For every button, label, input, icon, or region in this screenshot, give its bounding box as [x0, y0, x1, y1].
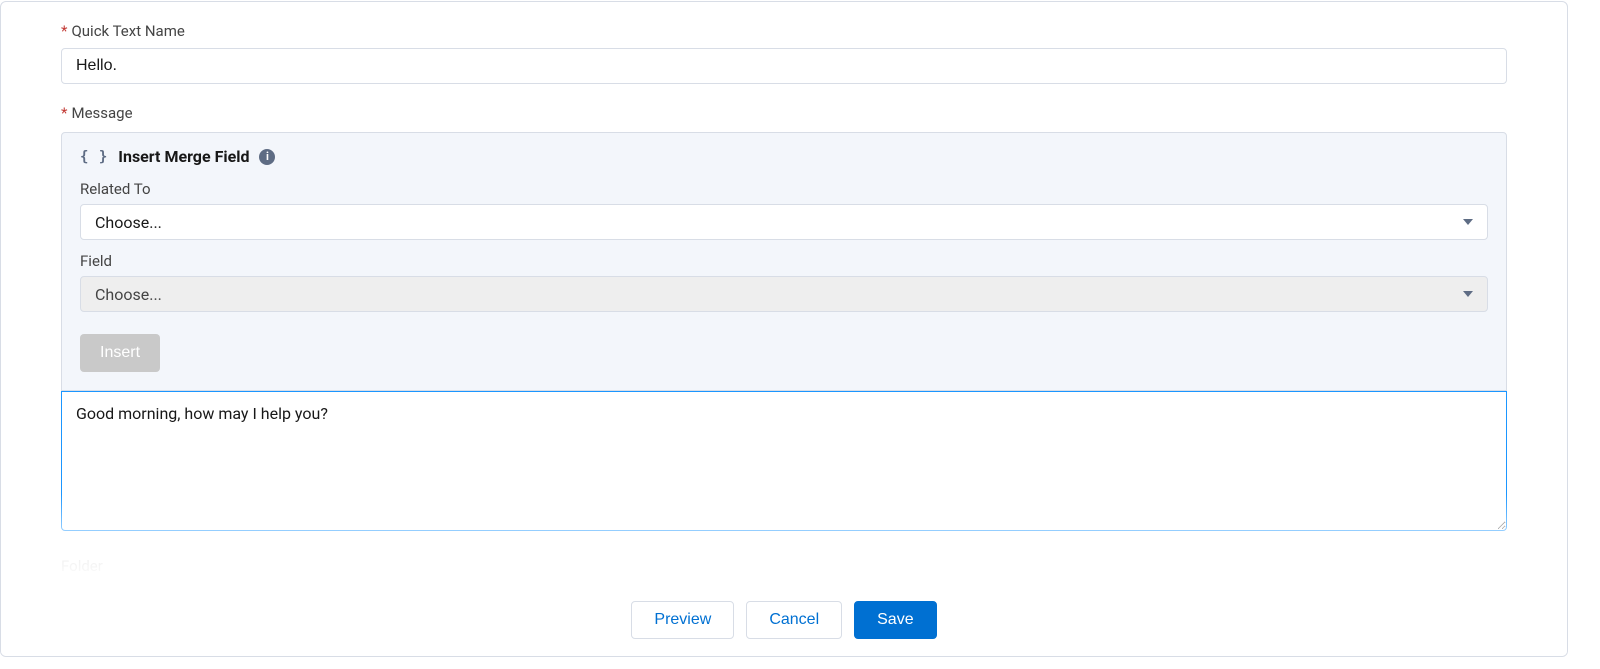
cancel-button[interactable]: Cancel	[746, 601, 842, 639]
field-label: Field	[80, 252, 1488, 270]
related-to-value: Choose...	[95, 213, 162, 232]
quick-text-name-input[interactable]	[61, 48, 1507, 84]
field-value: Choose...	[95, 285, 162, 304]
required-star-icon: *	[61, 104, 67, 122]
quick-text-name-field: * Quick Text Name	[61, 22, 1507, 84]
message-field: * Message { } Insert Merge Field i Relat…	[61, 104, 1507, 535]
chevron-down-icon	[1463, 291, 1473, 297]
required-star-icon: *	[61, 22, 67, 40]
field-combobox: Choose...	[80, 276, 1488, 312]
folder-label: Folder	[61, 557, 103, 575]
insert-button: Insert	[80, 334, 160, 372]
message-label: Message	[71, 104, 132, 122]
quick-text-name-label: Quick Text Name	[71, 22, 184, 40]
chevron-down-icon	[1463, 219, 1473, 225]
message-textarea[interactable]	[61, 391, 1507, 531]
merge-field-panel: { } Insert Merge Field i Related To Choo…	[61, 132, 1507, 391]
merge-braces-icon: { }	[80, 149, 108, 165]
footer-actions: Preview Cancel Save	[1, 584, 1567, 656]
related-to-combobox[interactable]: Choose...	[80, 204, 1488, 240]
merge-panel-title: Insert Merge Field	[118, 147, 249, 166]
save-button[interactable]: Save	[854, 601, 936, 639]
preview-button[interactable]: Preview	[631, 601, 734, 639]
related-to-label: Related To	[80, 180, 1488, 198]
info-icon[interactable]: i	[259, 149, 275, 165]
